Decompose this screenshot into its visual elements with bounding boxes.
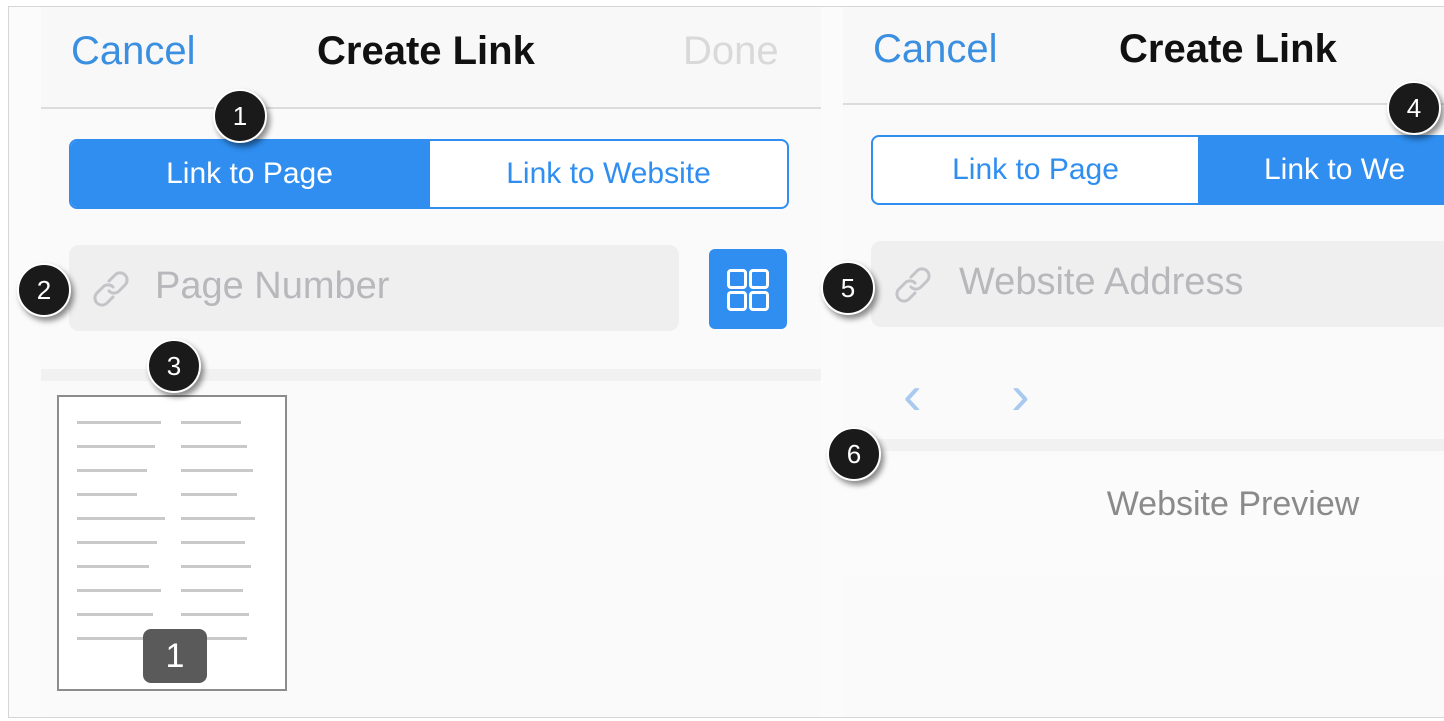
screenshot-frame: Cancel Create Link Done Link to Page Lin… [8,6,1444,718]
nav-bar: Cancel Create Link [843,7,1444,105]
website-address-placeholder: Website Address [959,261,1244,303]
link-icon [93,271,129,307]
website-preview-label: Website Preview [1106,485,1360,523]
cancel-button[interactable]: Cancel [71,29,196,74]
callout-badge: 5 [821,261,875,315]
nav-bar: Cancel Create Link Done [41,7,821,109]
page-grid-button[interactable] [709,249,787,329]
link-type-segmented-control: Link to Page Link to Website [69,139,789,209]
thumbnail-text-column [77,421,165,661]
chevron-left-icon[interactable]: ‹ [903,367,922,423]
cancel-button[interactable]: Cancel [873,27,998,72]
page-number-badge: 1 [143,629,207,683]
callout-badge: 3 [147,339,201,393]
chevron-right-icon[interactable]: › [1011,367,1030,423]
link-icon [895,267,931,303]
tab-link-to-website[interactable]: Link to We [1198,137,1444,203]
tab-link-to-page[interactable]: Link to Page [873,137,1198,203]
callout-badge: 6 [827,427,881,481]
callout-badge: 4 [1387,81,1441,135]
page-title: Create Link [317,29,535,73]
website-address-field[interactable]: Website Address [871,241,1444,327]
link-to-website-screen: Cancel Create Link Link to Page Link to … [843,7,1444,717]
page-title: Create Link [1119,27,1337,71]
tab-link-to-website[interactable]: Link to Website [428,141,787,207]
link-type-segmented-control: Link to Page Link to We [871,135,1444,205]
section-divider [843,439,1444,451]
page-thumbnail[interactable]: 1 [57,395,287,691]
page-number-field[interactable]: Page Number [69,245,679,331]
done-button[interactable]: Done [683,29,779,74]
callout-badge: 1 [213,89,267,143]
thumbnail-text-column [181,421,255,661]
callout-badge: 2 [17,263,71,317]
tab-link-to-page[interactable]: Link to Page [71,141,428,207]
page-number-placeholder: Page Number [155,265,390,307]
